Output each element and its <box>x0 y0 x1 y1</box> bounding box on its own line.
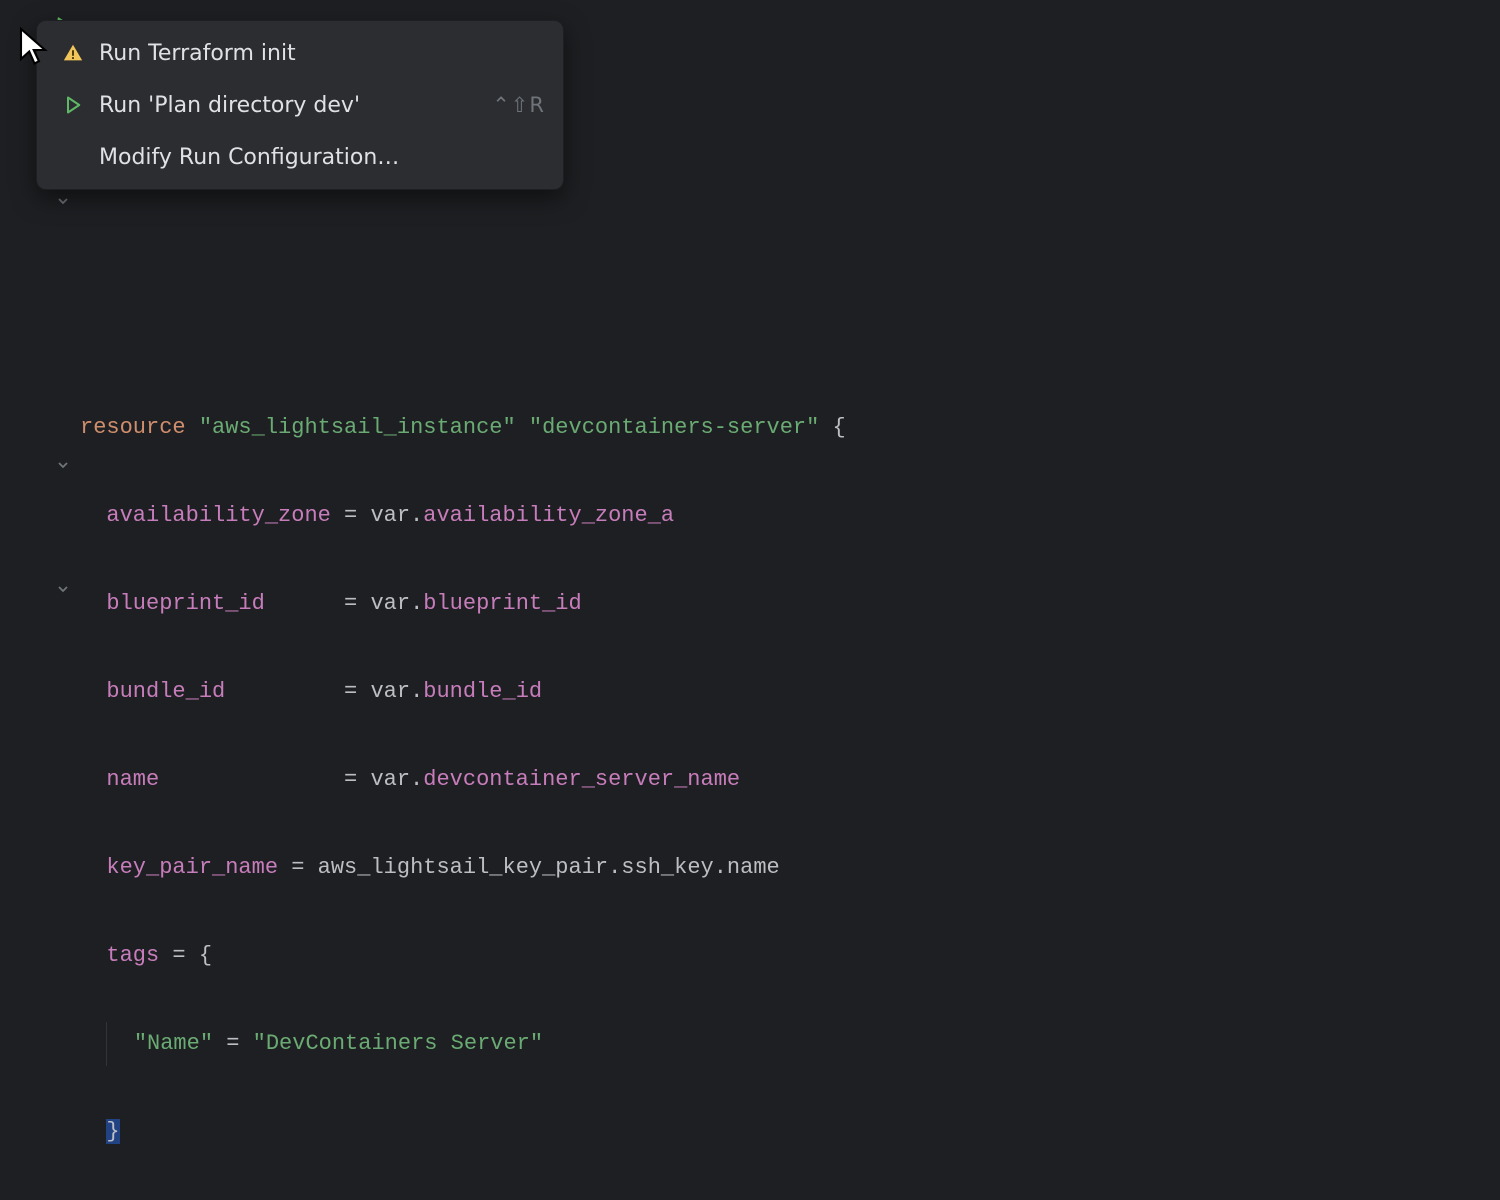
code-line: } <box>80 1110 1500 1154</box>
code-line: tags = { <box>80 934 1500 978</box>
code-line: key_pair_name = aws_lightsail_key_pair.s… <box>80 846 1500 890</box>
menu-item-shortcut: ⌃⇧R <box>492 93 545 117</box>
code-line <box>80 220 1500 264</box>
code-line: blueprint_id = var.blueprint_id <box>80 582 1500 626</box>
menu-item-label: Run 'Plan directory dev' <box>99 93 478 118</box>
code-line: bundle_id = var.bundle_id <box>80 670 1500 714</box>
fold-chevron-icon[interactable] <box>52 454 74 476</box>
blank-icon <box>61 145 85 169</box>
menu-item-label: Modify Run Configuration… <box>99 145 545 170</box>
code-line: "Name" = "DevContainers Server" <box>80 1022 1500 1066</box>
menu-item-label: Run Terraform init <box>99 41 545 66</box>
code-line: name = var.devcontainer_server_name <box>80 758 1500 802</box>
menu-item-run-plan-directory-dev[interactable]: Run 'Plan directory dev' ⌃⇧R <box>37 79 563 131</box>
fold-chevron-icon[interactable] <box>52 190 74 212</box>
menu-item-run-terraform-init[interactable]: Run Terraform init <box>37 27 563 79</box>
menu-item-modify-run-configuration[interactable]: Modify Run Configuration… <box>37 131 563 183</box>
run-icon <box>61 93 85 117</box>
code-line: resource "aws_lightsail_instance" "devco… <box>80 406 1500 450</box>
code-line: user_data = templatefile("${path.module}… <box>80 1198 1500 1200</box>
code-line <box>80 308 1500 352</box>
code-line: availability_zone = var.availability_zon… <box>80 494 1500 538</box>
fold-chevron-icon[interactable] <box>52 578 74 600</box>
warning-icon <box>61 41 85 65</box>
run-context-menu: Run Terraform init Run 'Plan directory d… <box>36 20 564 190</box>
